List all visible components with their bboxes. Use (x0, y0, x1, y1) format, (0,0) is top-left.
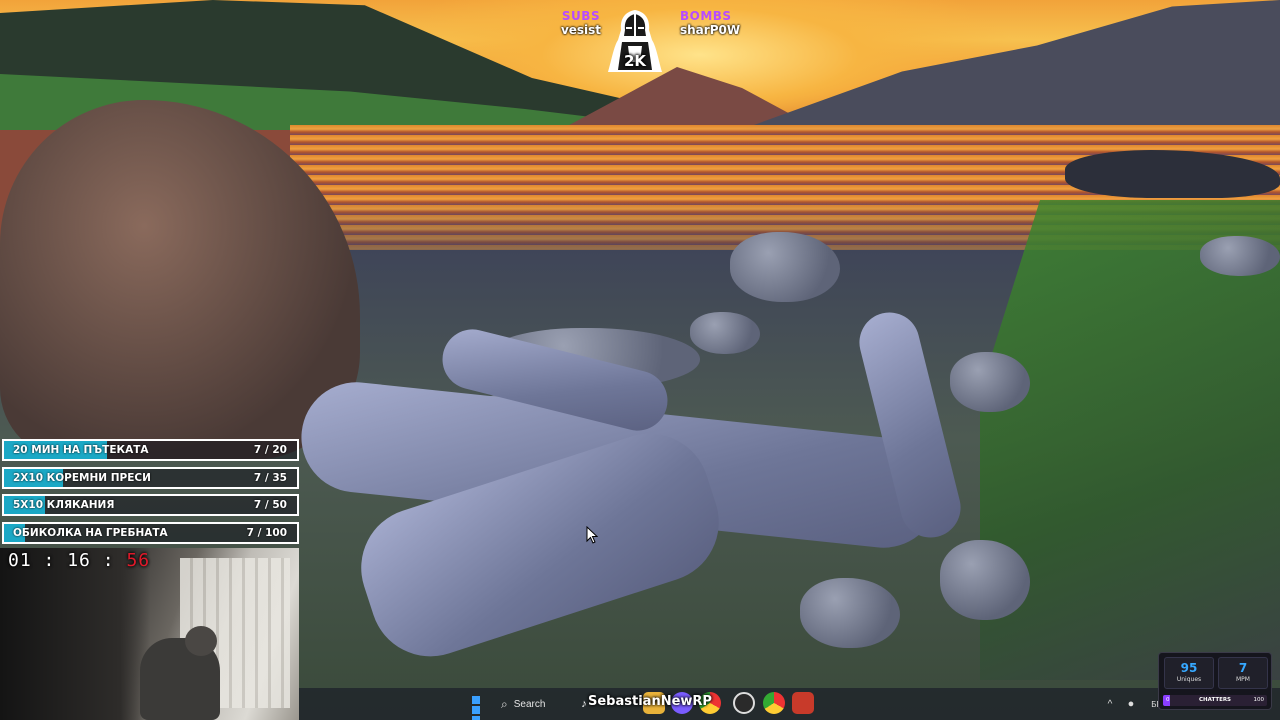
uniques-value: 95 (1180, 661, 1198, 675)
webcam-dark-room (0, 548, 150, 720)
taskbar-search[interactable]: ⌕ Search (495, 692, 575, 716)
windows-start-icon[interactable] (468, 692, 492, 720)
search-icon: ⌕ (501, 696, 508, 711)
goal-count: 7 / 100 (246, 526, 287, 539)
chatters-max: 100 (1253, 697, 1265, 703)
goal-bar: 20 МИН НА ПЪТЕКАТА 7 / 20 (2, 439, 299, 461)
microphone-icon[interactable]: ● (1125, 692, 1137, 716)
chrome-icon[interactable] (763, 692, 785, 714)
subs-label: SUBS (561, 9, 601, 23)
goal-count: 7 / 20 (253, 444, 287, 456)
chatters-bar: 0 CHATTERS 100 (1163, 695, 1267, 706)
timer-separator: : (43, 550, 56, 571)
chat-stats-widget: 95 Uniques 7 MPM 0 CHATTERS 100 (1158, 652, 1272, 710)
chevron-up-icon[interactable]: ^ (1104, 692, 1116, 716)
mouse-cursor-icon (586, 526, 598, 544)
bombs-label: BOMBS (680, 9, 732, 23)
boulder (1200, 236, 1280, 276)
webcam-person-head (185, 626, 217, 656)
goal-count: 7 / 50 (253, 499, 287, 511)
uniques-label: Uniques (1176, 676, 1202, 683)
goal-bar: 5Х10 КЛЯКАНИЯ 7 / 50 (2, 494, 299, 516)
latest-bomb: BOMBS sharP0W (680, 9, 760, 37)
latest-sub: SUBS vesist (552, 9, 610, 37)
boulder (690, 312, 760, 354)
goal-label: 2Х10 КОРЕМНИ ПРЕСИ (13, 471, 151, 484)
mpm-box: 7 MPM (1218, 657, 1268, 689)
goal-bar: ОБИКОЛКА НА ГРЕБНАТА 7 / 100 (2, 521, 299, 544)
taskbar: ⌕ Search ♪ SebastianNewRP ^ ● БГ (299, 688, 1280, 720)
mpm-label: MPM (1236, 676, 1250, 683)
chatters-label: CHATTERS (1198, 697, 1232, 703)
goal-count: 7 / 35 (253, 471, 287, 484)
uniques-box: 95 Uniques (1164, 657, 1214, 689)
timer-minutes: 16 (67, 550, 91, 571)
mascot-badge: 2K (623, 52, 647, 70)
streamer-name: SebastianNewRP (588, 694, 712, 709)
webcam-feed (0, 548, 299, 720)
timer-seconds: 56 (126, 550, 151, 571)
app-icon[interactable] (792, 692, 814, 714)
alert-overlay: SUBS vesist 2K BOMBS sharP0W (540, 4, 790, 74)
bombs-value: sharP0W (680, 23, 741, 37)
boulder (950, 352, 1030, 412)
mpm-value: 7 (1238, 661, 1248, 675)
stream-timer: 01 : 16 : 56 (8, 550, 150, 571)
goal-label: 20 МИН НА ПЪТЕКАТА (13, 444, 149, 456)
obs-icon[interactable] (733, 692, 755, 714)
boulder (730, 232, 840, 302)
timer-separator: : (102, 550, 115, 571)
goal-list: 20 МИН НА ПЪТЕКАТА 7 / 20 2Х10 КОРЕМНИ П… (2, 439, 299, 549)
goal-label: 5Х10 КЛЯКАНИЯ (13, 499, 115, 511)
goal-label: ОБИКОЛКА НА ГРЕБНАТА (13, 526, 168, 539)
subs-value: vesist (560, 23, 602, 37)
boulder (800, 578, 900, 648)
boulder (940, 540, 1030, 620)
goal-bar: 2Х10 КОРЕМНИ ПРЕСИ 7 / 35 (2, 466, 299, 489)
search-placeholder: Search (513, 698, 546, 710)
timer-hours: 01 (8, 550, 32, 571)
